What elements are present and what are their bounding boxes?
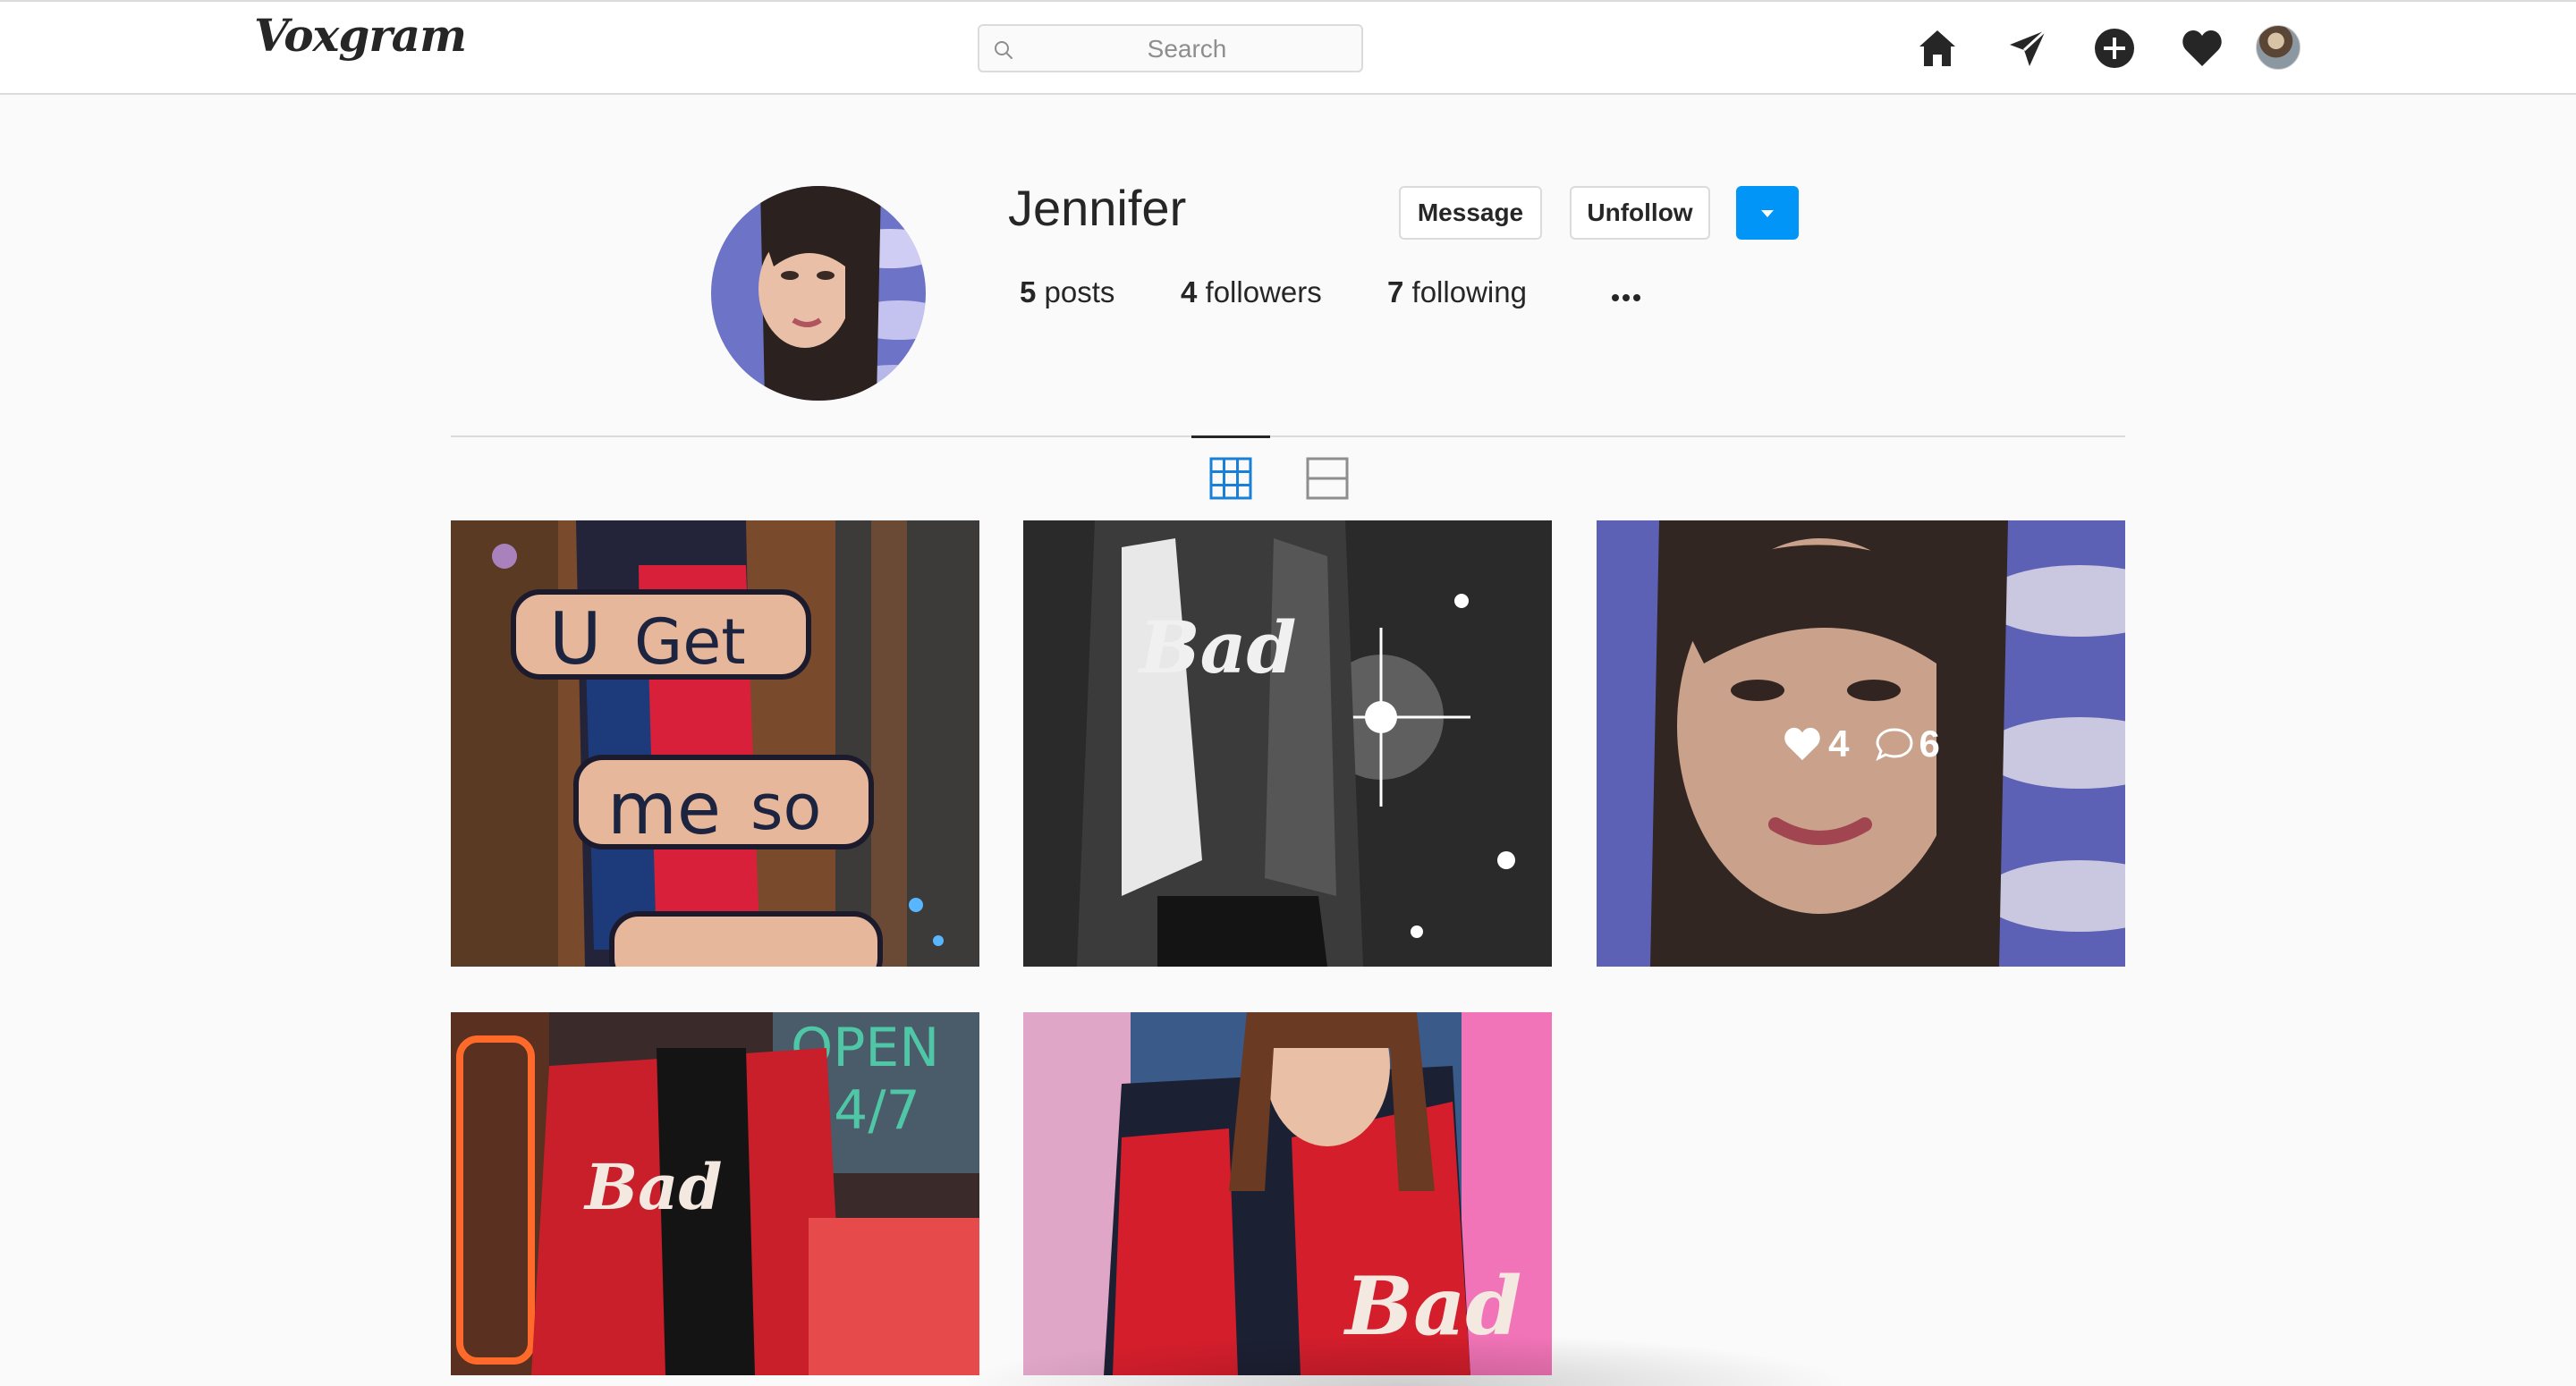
top-navigation-bar: Voxgram — [0, 0, 2576, 95]
following-count[interactable]: 7 following — [1387, 275, 1527, 309]
grid-view-icon[interactable] — [1208, 456, 1253, 501]
activity-heart-icon[interactable] — [2181, 27, 2224, 70]
posts-count-label: posts — [1044, 275, 1115, 308]
profile-divider — [451, 435, 2125, 437]
post-thumbnail[interactable]: U Get me so — [451, 520, 979, 967]
active-tab-indicator — [1191, 435, 1270, 438]
page-bottom-shadow — [957, 1332, 1852, 1386]
search-icon — [995, 41, 1013, 59]
unfollow-button[interactable]: Unfollow — [1570, 186, 1710, 240]
post-image: U Get me so — [451, 520, 979, 967]
svg-text:so: so — [750, 771, 821, 844]
post-image: OPEN 24/7 Bad — [451, 1012, 979, 1375]
profile-username: Jennifer — [1008, 180, 1187, 236]
profile-photo-image — [711, 186, 926, 401]
suggestions-dropdown-button[interactable] — [1736, 186, 1799, 240]
post-thumbnail[interactable]: OPEN 24/7 Bad — [451, 1012, 979, 1375]
likes-count: 4 — [1828, 722, 1850, 765]
posts-count-value: 5 — [1020, 275, 1037, 308]
post-hover-stats: 4 6 — [1597, 520, 2125, 967]
message-button[interactable]: Message — [1399, 186, 1542, 240]
chevron-down-icon — [1761, 210, 1774, 217]
followers-count[interactable]: 4 followers — [1181, 275, 1322, 309]
post-thumbnail[interactable]: 4 6 — [1597, 520, 2125, 967]
feed-view-icon[interactable] — [1305, 456, 1350, 501]
svg-text:me: me — [607, 767, 721, 850]
new-post-icon[interactable] — [2093, 27, 2136, 70]
heart-icon — [1784, 727, 1820, 760]
svg-text:Get: Get — [634, 605, 746, 679]
profile-avatar[interactable] — [2256, 25, 2301, 70]
post-thumbnail[interactable]: Bad — [1023, 520, 1552, 967]
likes-group: 4 — [1782, 722, 1850, 765]
comments-count: 6 — [1919, 722, 1940, 765]
comments-group: 6 — [1875, 723, 1940, 765]
more-options-icon[interactable] — [1607, 283, 1645, 309]
search-input[interactable] — [1024, 26, 1350, 72]
svg-text:U: U — [549, 597, 602, 680]
followers-count-value: 4 — [1181, 275, 1198, 308]
app-logo[interactable]: Voxgram — [254, 9, 467, 62]
profile-picture[interactable] — [711, 186, 926, 401]
svg-text:Bad: Bad — [1138, 605, 1296, 689]
posts-count: 5 posts — [1020, 275, 1114, 309]
search-box[interactable] — [978, 24, 1363, 72]
post-thumbnail[interactable]: Bad — [1023, 1012, 1552, 1375]
post-image: Bad — [1023, 1012, 1552, 1375]
followers-count-label: followers — [1205, 275, 1322, 308]
comment-icon — [1875, 727, 1913, 761]
svg-text:Bad: Bad — [583, 1150, 722, 1224]
post-image: Bad — [1023, 520, 1552, 967]
home-icon[interactable] — [1916, 27, 1959, 70]
direct-send-icon[interactable] — [2006, 27, 2049, 70]
following-count-label: following — [1411, 275, 1527, 308]
following-count-value: 7 — [1387, 275, 1404, 308]
